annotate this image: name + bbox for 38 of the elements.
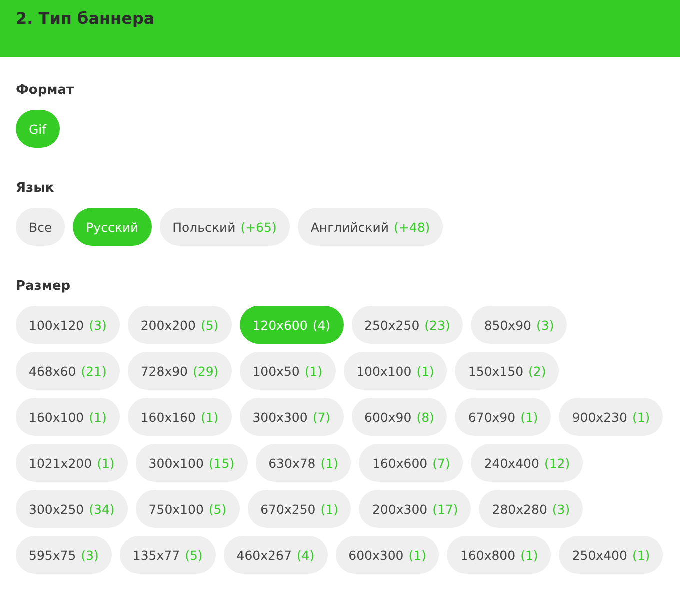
filter-chip[interactable]: 200x300 (17) [359, 490, 472, 528]
filter-chip[interactable]: 300x250 (34) [16, 490, 128, 528]
group-label: Формат [16, 83, 76, 98]
filter-chip[interactable]: 160x600 (7) [359, 444, 464, 482]
filter-chip[interactable]: 595x75 (3) [16, 536, 112, 574]
filter-chip[interactable]: 240x400 (12) [471, 444, 584, 482]
filter-chip[interactable]: 100x120 (3) [16, 306, 120, 344]
filter-chip[interactable]: 670x90 (1) [455, 398, 552, 436]
filter-chip[interactable]: 250x250 (23) [352, 306, 464, 344]
filter-chip[interactable]: 300x300 (7) [240, 398, 344, 436]
filter-chip[interactable]: 850x90 (3) [471, 306, 568, 344]
filter-chip[interactable]: Английский (+48) [298, 208, 444, 246]
section-title: 2. Тип баннера [16, 9, 155, 28]
filter-chip[interactable]: 160x160 (1) [128, 398, 232, 436]
filter-chip[interactable]: 280x280 (3) [479, 490, 584, 528]
filter-chip[interactable]: 750x100 (5) [136, 490, 240, 528]
filter-chip[interactable]: 100x50 (1) [240, 352, 336, 390]
group-label: Язык [16, 181, 56, 196]
filter-chip[interactable]: 135x77 (5) [120, 536, 216, 574]
filter-chip[interactable]: 630x78 (1) [256, 444, 352, 482]
filter-chip[interactable]: Польский (+65) [160, 208, 290, 246]
filter-chip[interactable]: 900x230 (1) [559, 398, 664, 436]
filter-chip[interactable]: Все [16, 208, 66, 246]
filter-chip[interactable]: 670x250 (1) [248, 490, 352, 528]
filter-chip[interactable]: 160x800 (1) [447, 536, 552, 574]
filter-chip[interactable]: 250x400 (1) [559, 536, 664, 574]
filter-chip[interactable]: 300x100 (15) [136, 444, 248, 482]
filter-chip[interactable]: 200x200 (5) [128, 306, 232, 344]
filter-chip[interactable]: 460x267 (4) [224, 536, 328, 574]
filter-chip[interactable]: 150x150 (2) [455, 352, 560, 390]
filter-chip[interactable]: 600x90 (8) [352, 398, 448, 436]
filter-chip[interactable]: 468x60 (21) [16, 352, 120, 390]
filter-chip[interactable]: 160x100 (1) [16, 398, 120, 436]
filter-chip[interactable]: 728x90 (29) [128, 352, 232, 390]
group-label: Размер [16, 279, 72, 294]
filter-chip[interactable]: 600x300 (1) [336, 536, 440, 574]
filter-chip[interactable]: 1021x200 (1) [16, 444, 128, 482]
filter-chip[interactable]: 100x100 (1) [344, 352, 448, 390]
